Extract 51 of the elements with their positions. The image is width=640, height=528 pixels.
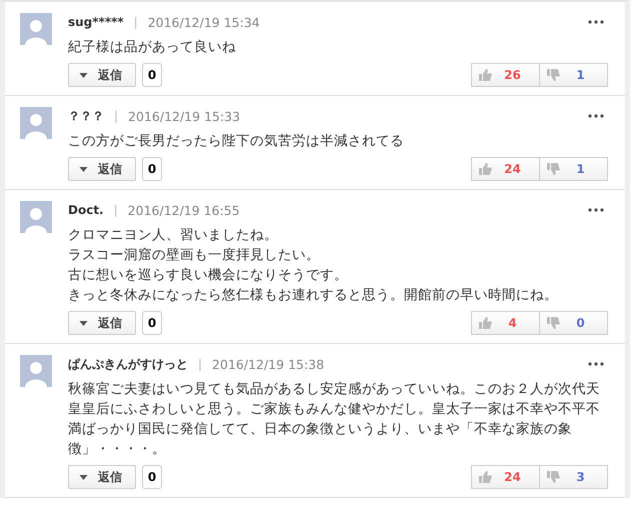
reply-button[interactable]: 返信 [68, 311, 136, 335]
dislike-button[interactable]: 0 [539, 311, 608, 335]
thumbs-up-icon [478, 316, 492, 330]
avatar-icon [20, 107, 52, 139]
comment-text: 古に想いを巡らす良い機会になりそうです。 [68, 266, 349, 285]
reply-count: 0 [142, 311, 162, 335]
thumbs-down-icon [546, 316, 560, 330]
comment-text: クロマニヨン人、習いましたね。 [68, 226, 279, 245]
more-icon[interactable] [588, 208, 604, 212]
more-icon[interactable] [588, 362, 604, 366]
avatar-icon [20, 201, 52, 233]
reply-button[interactable]: 返信 [68, 157, 136, 181]
reply-button[interactable]: 返信 [68, 63, 136, 87]
caret-icon [79, 320, 88, 326]
avatar-icon [20, 355, 52, 387]
comment-text: 紀子様は品があって良いね [68, 38, 237, 57]
caret-icon [79, 166, 88, 172]
timestamp: 2016/12/19 15:33 [128, 108, 240, 124]
more-icon[interactable] [588, 114, 604, 118]
comment-text: 秋篠宮ご夫妻はいつ見ても気品があるし安定感があっていいね。このお２人が次代天皇皇后にふさわしいと思う。ご家族もみんな健やかだし。皇太子一家は不幸や不平不満ばっかり国民に発信してて、日本の象徴というより、いまや「不幸な家族の象徴」・・・・。 [68, 380, 601, 459]
user-name[interactable]: sug***** [68, 15, 124, 29]
timestamp: 2016/12/19 15:38 [212, 356, 324, 372]
timestamp: 2016/12/19 16:55 [128, 202, 240, 218]
separator-text: | [134, 15, 138, 29]
dislike-button[interactable]: 3 [539, 465, 608, 489]
separator-text: | [114, 109, 118, 123]
thumbs-up-icon [478, 162, 492, 176]
reply-count: 0 [142, 157, 162, 181]
more-icon[interactable] [588, 20, 604, 24]
comment-text: この方がご長男だったら陛下の気苦労は半減されてる [68, 132, 405, 151]
reply-count: 0 [142, 63, 162, 87]
thumbs-down-icon [546, 162, 560, 176]
user-name[interactable]: Doct. [68, 203, 104, 217]
reply-button[interactable]: 返信 [68, 465, 136, 489]
thumbs-up-icon [478, 470, 492, 484]
user-name[interactable]: ぱんぷきんがすけっと [68, 356, 188, 372]
timestamp: 2016/12/19 15:34 [148, 14, 260, 30]
separator-text: | [114, 203, 118, 217]
thumbs-down-icon [546, 470, 560, 484]
thumbs-down-icon [546, 68, 560, 82]
dislike-button[interactable]: 1 [539, 157, 608, 181]
reply-count: 0 [142, 465, 162, 489]
caret-icon [79, 474, 88, 480]
caret-icon [79, 72, 88, 78]
thumbs-up-icon [478, 68, 492, 82]
avatar-icon [20, 13, 52, 45]
dislike-button[interactable]: 1 [539, 63, 608, 87]
comment-text: きっと冬休みになったら悠仁様もお連れすると思う。開館前の早い時間にね。 [68, 286, 559, 305]
comment-text: ラスコー洞窟の壁画も一度拝見したい。 [68, 246, 321, 265]
separator-text: | [198, 357, 202, 371]
user-name[interactable]: ？？？ [68, 108, 104, 124]
